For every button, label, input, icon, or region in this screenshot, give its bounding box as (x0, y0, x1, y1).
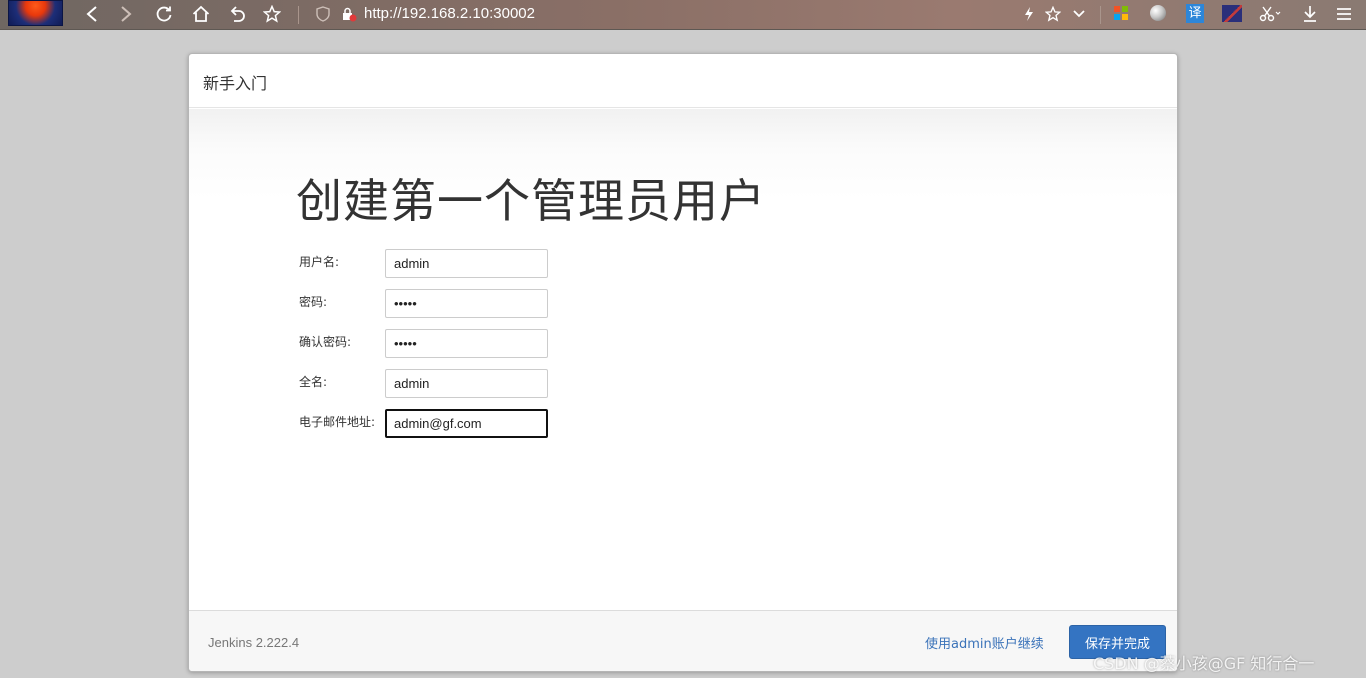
email-input[interactable] (385, 409, 548, 438)
watermark-text: CSDN @蔡小孩@GF 知行合一 (1093, 654, 1315, 673)
reload-icon[interactable] (150, 0, 178, 28)
insecure-lock-icon[interactable] (335, 0, 363, 28)
flag-icon[interactable] (1222, 5, 1242, 22)
confirm-password-label: 确认密码: (299, 335, 352, 349)
microsoft-icon[interactable] (1114, 6, 1128, 20)
toolbar-divider (298, 6, 299, 24)
dialog-header-title: 新手入门 (203, 74, 268, 93)
browser-toolbar: http://192.168.2.10:30002 译 (0, 0, 1366, 30)
download-icon[interactable] (1296, 0, 1324, 28)
undo-icon[interactable] (223, 0, 251, 28)
chevron-down-icon[interactable] (1065, 0, 1093, 28)
site-favicon[interactable] (8, 0, 63, 26)
setup-wizard-dialog: 新手入门 创建第一个管理员用户 用户名: 密码: 确认密码: 全名: 电子邮件地… (188, 53, 1178, 672)
dialog-body: 创建第一个管理员用户 用户名: 密码: 确认密码: 全名: 电子邮件地址: (189, 109, 1177, 609)
page-title: 创建第一个管理员用户 (296, 174, 766, 228)
dialog-footer: Jenkins 2.222.4 使用admin账户继续 保存并完成 (189, 610, 1177, 671)
shield-icon[interactable] (309, 0, 337, 28)
confirm-password-input[interactable] (385, 329, 548, 358)
home-icon[interactable] (187, 0, 215, 28)
full-name-input[interactable] (385, 369, 548, 398)
password-row: 密码: (189, 289, 589, 318)
address-bar-url[interactable]: http://192.168.2.10:30002 (364, 5, 535, 23)
username-input[interactable] (385, 249, 548, 278)
username-label: 用户名: (299, 255, 340, 269)
back-icon[interactable] (78, 0, 106, 28)
continue-as-admin-link[interactable]: 使用admin账户继续 (925, 633, 1044, 652)
scissors-icon[interactable] (1256, 0, 1284, 28)
password-input[interactable] (385, 289, 548, 318)
bookmark-star-icon[interactable] (258, 0, 286, 28)
dialog-header: 新手入门 (189, 54, 1177, 108)
forward-icon[interactable] (112, 0, 140, 28)
email-label: 电子邮件地址: (299, 415, 376, 429)
translate-icon[interactable]: 译 (1186, 4, 1204, 23)
full-name-row: 全名: (189, 369, 589, 398)
toolbar-divider (1100, 6, 1101, 24)
full-name-label: 全名: (299, 375, 328, 389)
email-row: 电子邮件地址: (189, 409, 589, 438)
password-label: 密码: (299, 295, 328, 309)
star-icon[interactable] (1039, 0, 1067, 28)
username-row: 用户名: (189, 249, 589, 278)
jenkins-version: Jenkins 2.222.4 (208, 635, 300, 650)
globe-icon[interactable] (1150, 5, 1166, 21)
menu-icon[interactable] (1330, 0, 1358, 28)
confirm-password-row: 确认密码: (189, 329, 589, 358)
